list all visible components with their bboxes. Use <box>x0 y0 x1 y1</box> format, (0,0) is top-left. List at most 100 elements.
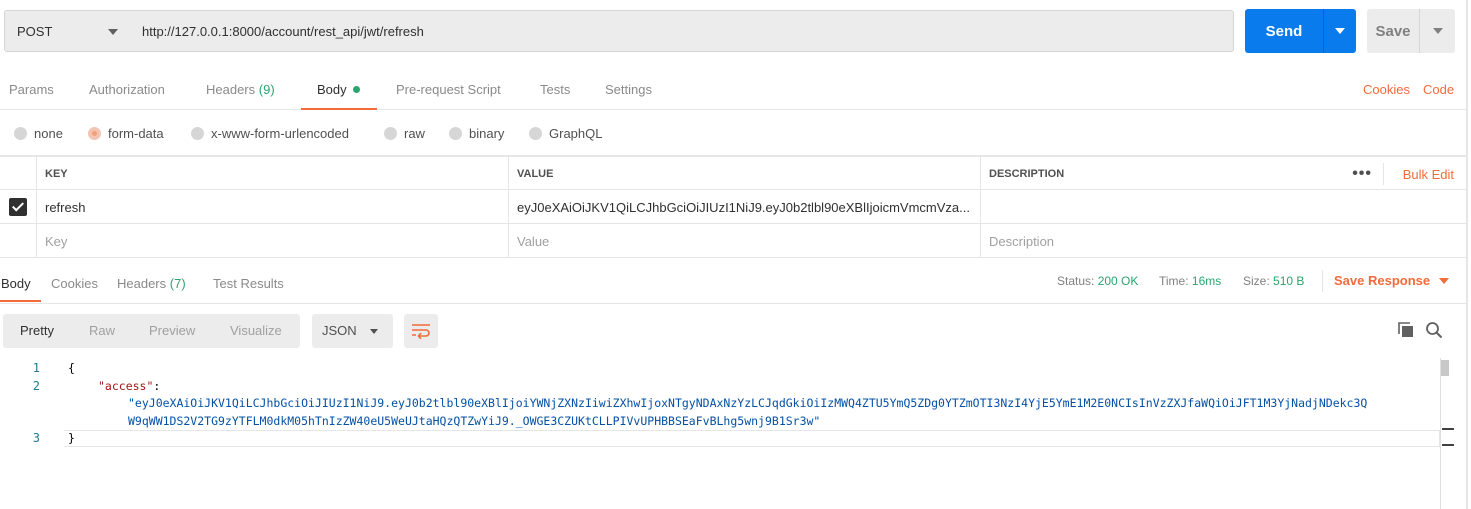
json-value-line-1: "eyJ0eXAiOiJKV1QiLCJhbGciOiJIUzI1NiJ9.ey… <box>128 396 1368 410</box>
tab-settings-label: Settings <box>605 82 652 97</box>
scrollbar-thumb[interactable] <box>1441 360 1449 376</box>
radio-none-label: none <box>34 126 63 141</box>
key-placeholder: Key <box>45 233 68 249</box>
tab-response-headers[interactable]: Headers (7) <box>117 258 186 302</box>
radio-binary-label: binary <box>469 126 505 141</box>
format-label: JSON <box>322 323 357 338</box>
description-placeholder: Description <box>989 233 1055 249</box>
radio-circle-icon <box>191 127 204 140</box>
divider <box>1322 270 1323 292</box>
save-button[interactable]: Save <box>1367 9 1419 53</box>
radio-none[interactable]: none <box>14 126 63 141</box>
radio-graphql[interactable]: GraphQL <box>529 126 602 141</box>
search-icon[interactable] <box>1425 321 1443 339</box>
modified-dot-icon <box>352 86 360 93</box>
line-number: 3 <box>32 431 40 445</box>
view-visualize[interactable]: Visualize <box>230 314 282 348</box>
view-mode-group: Pretty Raw Preview Visualize <box>3 314 300 348</box>
code-line-key: "access": <box>98 379 160 393</box>
tab-authorization[interactable]: Authorization <box>89 66 165 110</box>
new-value-input[interactable]: Value <box>508 224 980 258</box>
divider <box>1383 163 1384 185</box>
tab-response-body[interactable]: Body <box>0 258 41 302</box>
table-row-new: Key Value Description <box>0 224 1468 258</box>
radio-binary[interactable]: binary <box>449 126 504 141</box>
request-bar: POST http://127.0.0.1:8000/account/rest_… <box>0 0 1471 66</box>
row-enabled-checkbox[interactable] <box>9 198 27 216</box>
header-check-cell <box>0 157 36 191</box>
size-value: 510 B <box>1273 274 1305 288</box>
tab-headers[interactable]: Headers (9) <box>206 66 275 110</box>
new-description-input[interactable]: Description <box>980 224 1468 258</box>
view-pretty[interactable]: Pretty <box>20 314 54 348</box>
scrollbar-marker <box>1442 428 1454 446</box>
chevron-down-icon <box>108 29 118 35</box>
radio-circle-icon <box>384 127 397 140</box>
line-number: 1 <box>32 361 40 375</box>
tab-tests[interactable]: Tests <box>540 66 570 110</box>
save-response-label: Save Response <box>1334 273 1431 288</box>
tab-test-results-label: Test Results <box>213 276 284 291</box>
wrap-lines-button[interactable] <box>404 314 438 348</box>
status-label: Status: <box>1057 274 1095 288</box>
new-key-input[interactable]: Key <box>36 224 508 258</box>
tab-test-results[interactable]: Test Results <box>213 258 284 302</box>
table-row: refresh eyJ0eXAiOiJKV1QiLCJhbGciOiJIUzI1… <box>0 190 1468 224</box>
save-options-button[interactable] <box>1419 9 1455 53</box>
tab-response-cookies[interactable]: Cookies <box>51 258 98 302</box>
format-select[interactable]: JSON <box>312 314 393 348</box>
tab-response-cookies-label: Cookies <box>51 276 98 291</box>
copy-icon[interactable] <box>1397 321 1415 339</box>
radio-raw-label: raw <box>404 126 425 141</box>
send-options-button[interactable] <box>1323 9 1356 53</box>
view-raw[interactable]: Raw <box>89 314 115 348</box>
value-text: eyJ0eXAiOiJKV1QiLCJhbGciOiJIUzI1NiJ9.eyJ… <box>517 199 971 215</box>
value-cell[interactable]: eyJ0eXAiOiJKV1QiLCJhbGciOiJIUzI1NiJ9.eyJ… <box>508 190 980 224</box>
chevron-down-icon <box>1439 278 1450 284</box>
chevron-down-icon <box>1433 28 1443 34</box>
wrap-lines-icon <box>412 324 430 339</box>
status-indicator: Status: 200 OK <box>1057 258 1138 304</box>
size-label: Size: <box>1243 274 1270 288</box>
tab-body[interactable]: Body <box>301 66 377 110</box>
radio-circle-icon <box>529 127 542 140</box>
tab-prerequest-label: Pre-request Script <box>396 82 501 97</box>
more-options-icon[interactable]: ••• <box>1352 157 1372 191</box>
view-preview[interactable]: Preview <box>149 314 195 348</box>
radio-selected-icon <box>88 127 101 140</box>
key-cell[interactable]: refresh <box>36 190 508 224</box>
form-data-table: KEY VALUE DESCRIPTION ••• Bulk Edit refr… <box>0 156 1468 258</box>
code-close-brace: } <box>68 431 75 445</box>
tab-response-headers-label: Headers <box>117 276 167 291</box>
new-row-check-cell <box>0 224 36 258</box>
url-input[interactable]: http://127.0.0.1:8000/account/rest_api/j… <box>130 10 1234 52</box>
tab-headers-label: Headers <box>206 82 256 97</box>
response-tabs: Body Cookies Headers (7) Test Results St… <box>0 258 1468 304</box>
tab-prerequest-script[interactable]: Pre-request Script <box>396 66 501 110</box>
json-key: "access" <box>98 379 154 393</box>
radio-circle-icon <box>14 127 27 140</box>
save-response-button[interactable]: Save Response <box>1334 258 1450 304</box>
panel-edge <box>1466 0 1468 509</box>
key-text: refresh <box>45 199 86 215</box>
current-line-highlight <box>64 430 1440 447</box>
method-select[interactable]: POST <box>4 10 131 52</box>
tab-settings[interactable]: Settings <box>605 66 652 110</box>
value-placeholder: Value <box>517 233 550 249</box>
radio-raw[interactable]: raw <box>384 126 425 141</box>
column-header-description: DESCRIPTION <box>980 157 1468 191</box>
radio-form-data[interactable]: form-data <box>88 126 164 141</box>
tab-params[interactable]: Params <box>9 66 54 110</box>
description-cell[interactable] <box>980 190 1468 224</box>
radio-urlencoded[interactable]: x-www-form-urlencoded <box>191 126 349 141</box>
tab-response-body-label: Body <box>1 276 31 291</box>
send-button[interactable]: Send <box>1245 9 1323 53</box>
row-check-cell <box>0 190 36 224</box>
column-header-value: VALUE <box>508 157 980 191</box>
column-header-key: KEY <box>36 157 508 191</box>
cookies-link[interactable]: Cookies <box>1363 66 1410 114</box>
time-indicator: Time: 16ms <box>1159 258 1221 304</box>
code-link[interactable]: Code <box>1423 66 1454 114</box>
code-open-brace: { <box>68 361 75 375</box>
bulk-edit-link[interactable]: Bulk Edit <box>1403 157 1454 191</box>
